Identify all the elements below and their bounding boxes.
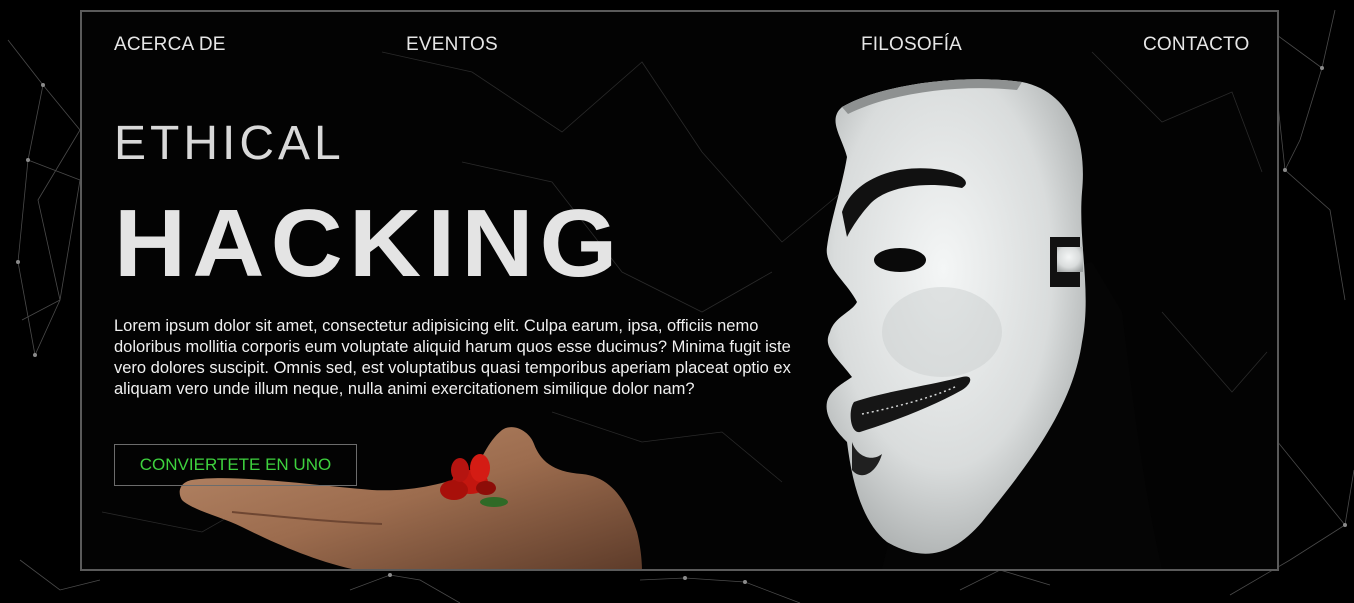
- hero-title-small: ETHICAL: [114, 117, 345, 170]
- hero-paragraph: Lorem ipsum dolor sit amet, consectetur …: [114, 317, 791, 398]
- hero-frame: ACERCA DE EVENTOS FILOSOFÍA CONTACTO ETH…: [80, 10, 1279, 571]
- nav-events[interactable]: EVENTOS: [406, 34, 498, 56]
- nav-about[interactable]: ACERCA DE: [114, 34, 226, 56]
- nav-philosophy[interactable]: FILOSOFÍA: [861, 34, 962, 56]
- nav-contact[interactable]: CONTACTO: [1143, 34, 1249, 56]
- cta-button[interactable]: CONVIERTETE EN UNO: [114, 444, 357, 486]
- hero-title-large: HACKING: [114, 190, 624, 297]
